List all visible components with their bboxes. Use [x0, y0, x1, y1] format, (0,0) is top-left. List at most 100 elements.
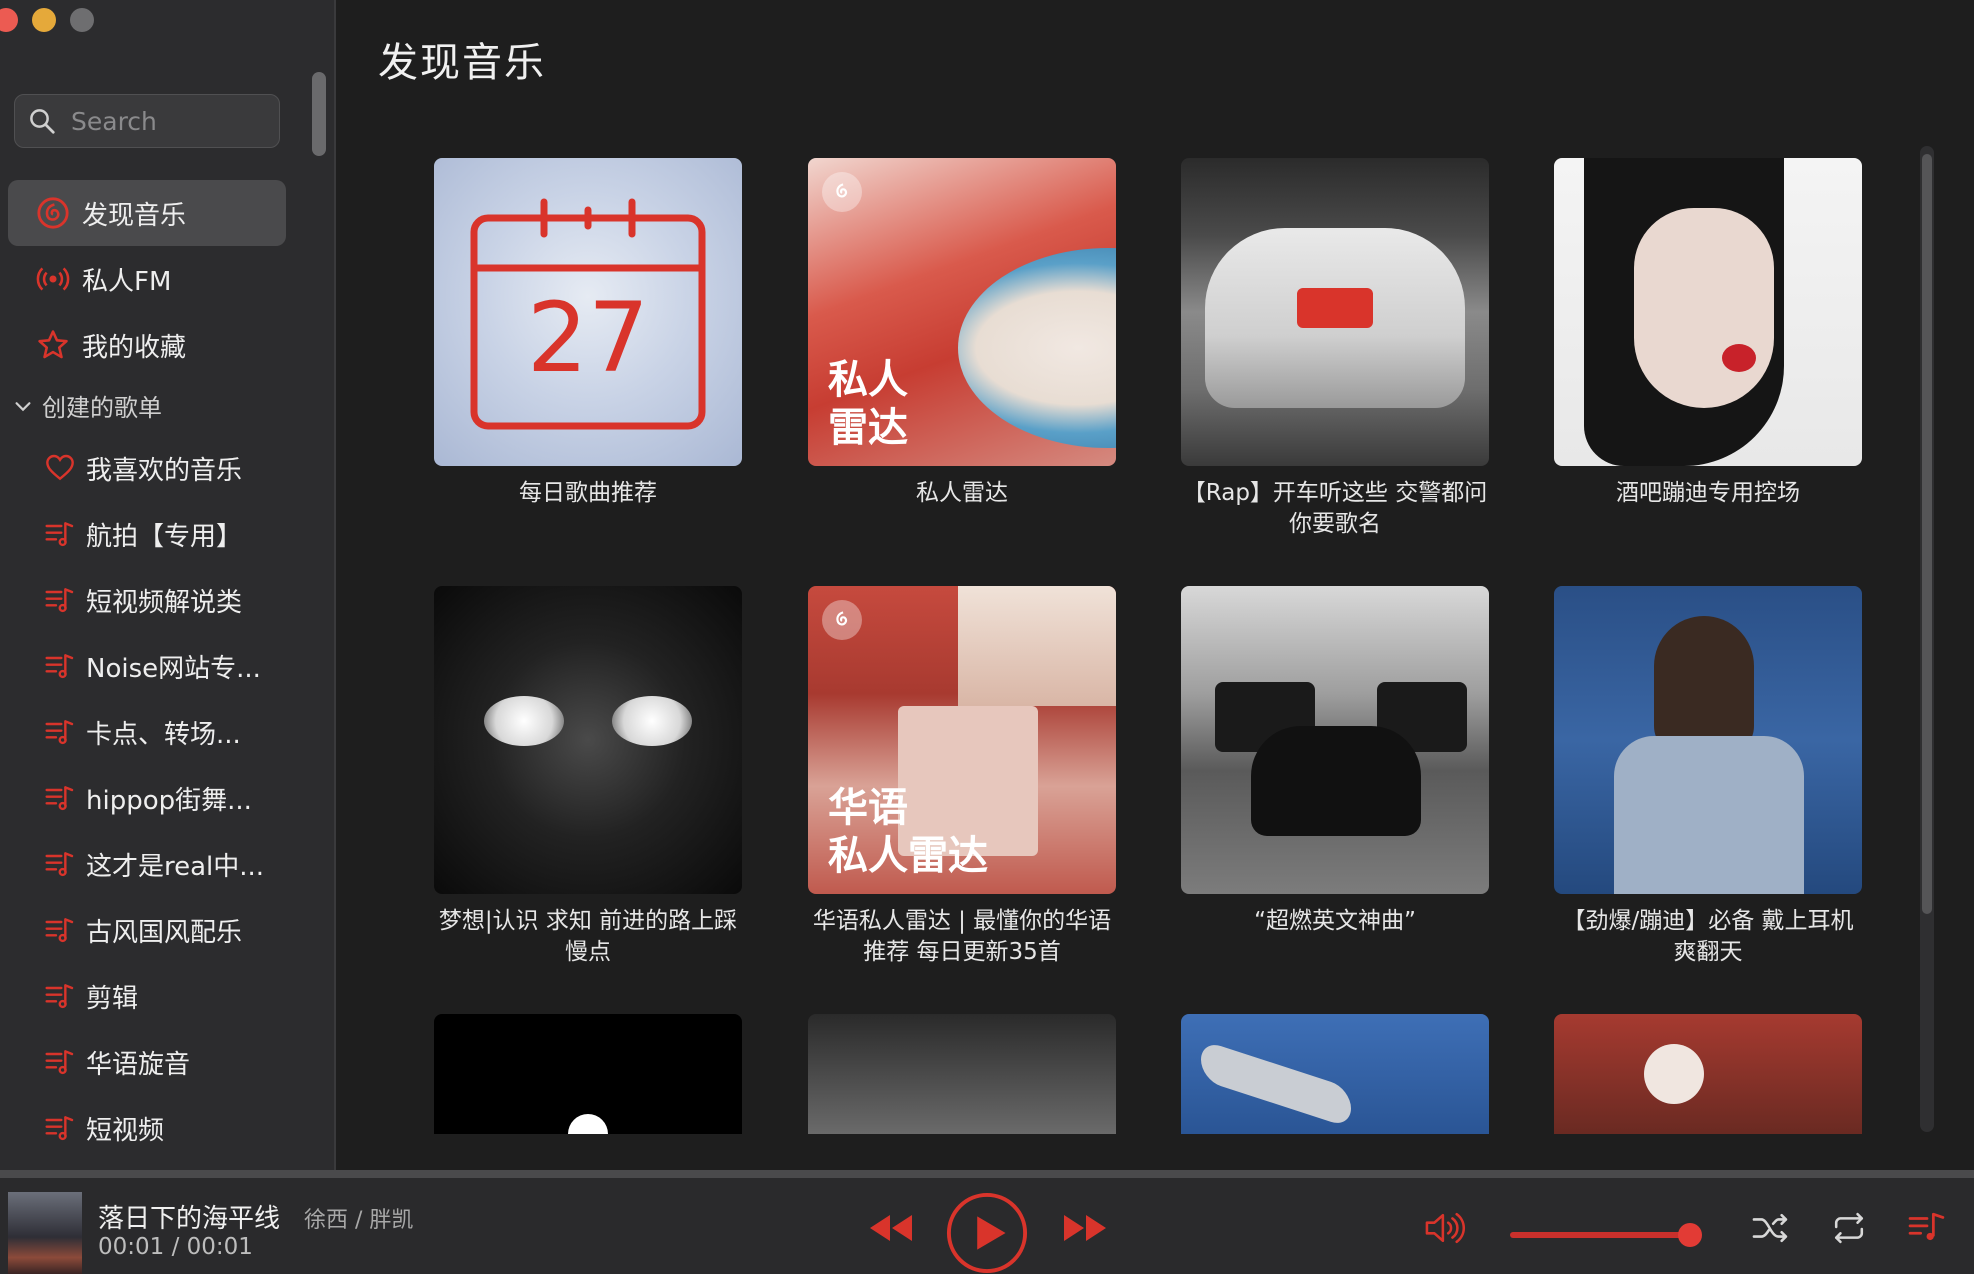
playlist-label: Noise网站专... — [86, 653, 261, 684]
playlist-icon — [45, 918, 74, 943]
car-number-plate — [1297, 288, 1373, 328]
sidebar-item-label: 我的收藏 — [82, 332, 187, 363]
zoom-window-button[interactable] — [70, 8, 94, 32]
window-controls — [0, 8, 94, 32]
playlist-queue-button[interactable] — [1904, 1206, 1950, 1250]
playlist-label: 短视频 — [86, 1115, 165, 1146]
heart-icon — [46, 454, 74, 481]
dream-cover[interactable] — [434, 586, 742, 894]
playlist-icon — [45, 1116, 74, 1141]
song-title: 落日下的海平线 — [98, 1204, 281, 1234]
card-title: 【劲爆/蹦迪】必备 戴上耳机爽翻天 — [1562, 908, 1854, 965]
playback-progress-bar[interactable] — [0, 1170, 1974, 1178]
player-bar: 落日下的海平线 徐西 / 胖凯 00:01 / 00:01 — [0, 1178, 1974, 1274]
sidebar-playlist[interactable]: 华语旋音 — [44, 1032, 324, 1092]
sidebar-playlist[interactable]: 卡点、转场... — [44, 702, 324, 762]
search-placeholder: Search — [71, 106, 157, 136]
shuffle-icon — [1752, 1213, 1788, 1243]
playlist-cover[interactable] — [1181, 1014, 1489, 1134]
shuffle-button[interactable] — [1748, 1208, 1794, 1248]
cover-label: 私人 雷达 — [828, 357, 908, 451]
song-artist[interactable]: 徐西 / 胖凯 — [304, 1202, 413, 1234]
playlist-card[interactable] — [1554, 1014, 1862, 1134]
private-radar-cover[interactable]: 私人 雷达 — [808, 158, 1116, 466]
netease-logo-icon — [822, 600, 862, 640]
sidebar-playlist[interactable]: hippop街舞... — [44, 768, 324, 828]
close-window-button[interactable] — [0, 8, 18, 32]
sidebar-item-label: 私人FM — [82, 266, 172, 297]
search-input[interactable]: Search — [14, 94, 280, 148]
playlist-card[interactable] — [434, 1014, 742, 1134]
chinese-radar-cover[interactable]: 华语 私人雷达 — [808, 586, 1116, 894]
playlist-cover[interactable] — [808, 1014, 1116, 1134]
playlist-card[interactable] — [808, 1014, 1116, 1134]
daily-recommend-cover[interactable]: 27 — [434, 158, 742, 466]
repeat-button[interactable] — [1826, 1208, 1872, 1248]
sidebar-item-favorites[interactable]: 我的收藏 — [8, 312, 286, 378]
sidebar-playlist[interactable]: 剪辑 — [44, 966, 324, 1026]
card-title: 【Rap】开车听这些 交警都问你要歌名 — [1182, 480, 1488, 537]
sign-shape — [958, 586, 1116, 706]
sidebar-playlist[interactable]: 短视频 — [44, 1098, 324, 1158]
playlist-cover[interactable] — [434, 1014, 742, 1134]
previous-button[interactable] — [866, 1210, 914, 1246]
radio-icon — [36, 267, 70, 291]
playlist-label: 剪辑 — [86, 983, 139, 1014]
playlist-cover[interactable] — [1554, 1014, 1862, 1134]
playlist-card[interactable]: 私人 雷达 私人雷达 — [808, 158, 1116, 509]
playlist-icon — [45, 588, 74, 613]
playlist-label: 我喜欢的音乐 — [86, 455, 243, 486]
sidebar-item-fm[interactable]: 私人FM — [8, 246, 286, 312]
sidebar-playlist[interactable]: 短视频解说类 — [44, 570, 324, 630]
playlist-label: 卡点、转场... — [86, 719, 241, 750]
bar-dance-cover[interactable] — [1554, 158, 1862, 466]
playlist-icon — [45, 852, 74, 877]
playlist-card[interactable]: 27 每日歌曲推荐 — [434, 158, 742, 509]
sidebar-playlist-liked[interactable]: 我喜欢的音乐 — [44, 438, 324, 498]
sidebar-scrollbar[interactable] — [312, 72, 326, 156]
playlist-label: 这才是real中... — [86, 851, 265, 882]
scrollbar-thumb[interactable] — [1922, 154, 1932, 914]
chevron-down-icon — [15, 401, 31, 411]
cover-label: 华语 私人雷达 — [828, 785, 988, 879]
main-scrollbar[interactable] — [1920, 146, 1934, 1132]
playlist-card[interactable]: 酒吧蹦迪专用控场 — [1554, 158, 1862, 509]
netease-icon — [37, 197, 69, 229]
playlist-group-toggle[interactable]: 创建的歌单 — [12, 388, 162, 423]
playlist-card[interactable]: 【Rap】开车听这些 交警都问你要歌名 — [1181, 158, 1489, 540]
sidebar-item-label: 发现音乐 — [82, 200, 187, 231]
playlist-card[interactable]: 梦想|认识 求知 前进的路上踩慢点 — [434, 586, 742, 968]
play-button[interactable] — [944, 1190, 1030, 1274]
card-title: 每日歌曲推荐 — [519, 480, 657, 506]
eye-right-shape — [612, 696, 692, 746]
main-content: 发现音乐 27 每日歌曲推荐 私人 雷达 私人雷达 【Rap】开车听这些 交警都… — [338, 0, 1974, 1170]
english-hits-cover[interactable] — [1181, 586, 1489, 894]
playlist-icon — [45, 720, 74, 745]
playlist-label: 古风国风配乐 — [86, 917, 243, 948]
album-art[interactable] — [8, 1192, 82, 1274]
page-title: 发现音乐 — [378, 40, 546, 86]
playlist-card[interactable]: “超燃英文神曲” — [1181, 586, 1489, 937]
playlist-group-title: 创建的歌单 — [42, 394, 162, 422]
playlist-card[interactable] — [1181, 1014, 1489, 1134]
next-button[interactable] — [1062, 1210, 1110, 1246]
netease-logo-icon — [822, 172, 862, 212]
vinyl-shape — [958, 248, 1116, 448]
playlist-card[interactable]: 【劲爆/蹦迪】必备 戴上耳机爽翻天 — [1554, 586, 1862, 968]
playlist-icon — [45, 1050, 74, 1075]
sidebar-playlist[interactable]: 航拍【专用】 — [44, 504, 324, 564]
star-icon — [38, 330, 68, 359]
sidebar-playlist[interactable]: 古风国风配乐 — [44, 900, 324, 960]
edm-cover[interactable] — [1554, 586, 1862, 894]
volume-slider-handle[interactable] — [1678, 1223, 1702, 1247]
minimize-window-button[interactable] — [32, 8, 56, 32]
volume-slider[interactable] — [1510, 1232, 1694, 1238]
rap-playlist-cover[interactable] — [1181, 158, 1489, 466]
playlist-card[interactable]: 华语 私人雷达 华语私人雷达 | 最懂你的华语推荐 每日更新35首 — [808, 586, 1116, 968]
calendar-day: 27 — [526, 282, 650, 394]
sidebar-playlist[interactable]: Noise网站专... — [44, 636, 324, 696]
playlist-icon — [45, 984, 74, 1009]
volume-button[interactable] — [1420, 1208, 1470, 1248]
sidebar-item-discover[interactable]: 发现音乐 — [8, 180, 286, 246]
sidebar-playlist[interactable]: 这才是real中... — [44, 834, 324, 894]
